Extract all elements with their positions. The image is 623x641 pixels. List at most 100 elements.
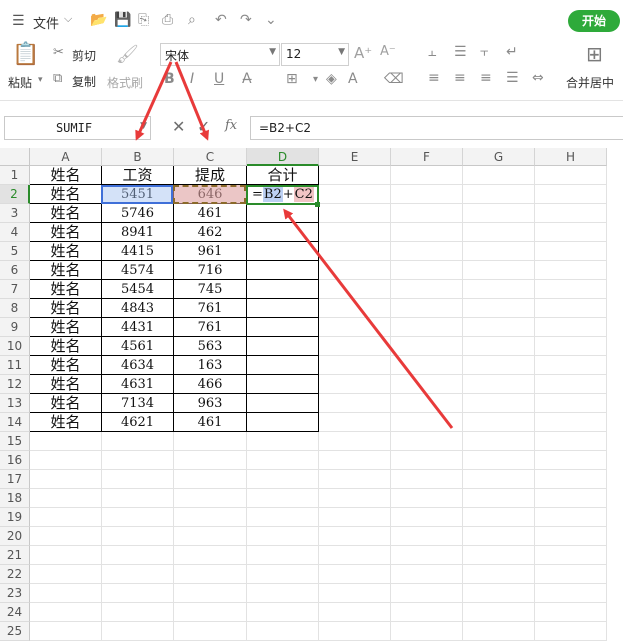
spreadsheet-grid[interactable]: ABCDEFGH1姓名工资提成合计2姓名54516463姓名57464614姓名…: [0, 148, 623, 641]
row-header[interactable]: 4: [0, 223, 30, 242]
format-painter-button[interactable]: 格式刷: [107, 74, 143, 91]
table-cell[interactable]: [463, 603, 535, 622]
scissors-icon[interactable]: ✂: [53, 45, 64, 60]
table-cell[interactable]: [30, 508, 102, 527]
table-cell[interactable]: [391, 394, 463, 413]
table-cell[interactable]: [391, 413, 463, 432]
align-middle-icon[interactable]: ☰: [454, 44, 467, 60]
table-cell[interactable]: [319, 470, 391, 489]
table-cell[interactable]: [535, 337, 607, 356]
chevron-down-icon[interactable]: ⌵: [64, 12, 72, 26]
table-cell[interactable]: 4631: [102, 375, 174, 394]
table-cell[interactable]: [102, 489, 174, 508]
row-header[interactable]: 2: [0, 185, 30, 204]
align-bottom-icon[interactable]: ⫟: [480, 44, 488, 60]
table-cell[interactable]: [463, 565, 535, 584]
table-cell[interactable]: [30, 489, 102, 508]
table-cell[interactable]: 745: [174, 280, 247, 299]
table-cell[interactable]: [174, 527, 247, 546]
table-cell[interactable]: [391, 546, 463, 565]
table-cell[interactable]: [247, 337, 319, 356]
row-header[interactable]: 24: [0, 603, 30, 622]
table-cell[interactable]: 5454: [102, 280, 174, 299]
table-cell[interactable]: [391, 489, 463, 508]
formula-input[interactable]: =B2+C2: [250, 116, 623, 140]
table-cell[interactable]: 7134: [102, 394, 174, 413]
open-folder-icon[interactable]: 📂: [90, 12, 107, 28]
table-cell[interactable]: [535, 489, 607, 508]
row-header[interactable]: 1: [0, 166, 30, 185]
confirm-icon[interactable]: ✓: [197, 117, 210, 136]
table-cell[interactable]: [463, 375, 535, 394]
row-header[interactable]: 14: [0, 413, 30, 432]
border-caret-icon[interactable]: ▾: [313, 74, 318, 85]
table-cell[interactable]: [391, 204, 463, 223]
row-header[interactable]: 25: [0, 622, 30, 641]
table-cell[interactable]: [391, 603, 463, 622]
table-cell[interactable]: [174, 546, 247, 565]
table-cell[interactable]: [319, 280, 391, 299]
font-color-icon[interactable]: A: [348, 71, 358, 87]
table-cell[interactable]: [463, 280, 535, 299]
table-cell[interactable]: [319, 223, 391, 242]
row-header[interactable]: 3: [0, 204, 30, 223]
table-cell[interactable]: [391, 185, 463, 204]
table-cell[interactable]: 461: [174, 204, 247, 223]
underline-icon[interactable]: U: [214, 71, 224, 87]
table-cell[interactable]: 4415: [102, 242, 174, 261]
row-header[interactable]: 18: [0, 489, 30, 508]
table-cell[interactable]: [319, 489, 391, 508]
row-header[interactable]: 7: [0, 280, 30, 299]
table-cell[interactable]: [391, 337, 463, 356]
merge-center-button[interactable]: 合并居中: [566, 74, 614, 91]
table-cell[interactable]: [174, 622, 247, 641]
table-cell[interactable]: [535, 185, 607, 204]
table-cell[interactable]: [463, 299, 535, 318]
table-cell[interactable]: [535, 584, 607, 603]
table-cell[interactable]: [247, 280, 319, 299]
table-cell[interactable]: [247, 375, 319, 394]
format-painter-icon[interactable]: 🖌: [116, 44, 139, 65]
column-header[interactable]: B: [102, 148, 174, 166]
table-cell[interactable]: [102, 508, 174, 527]
table-cell[interactable]: 工资: [102, 166, 174, 185]
row-header[interactable]: 19: [0, 508, 30, 527]
wrap-icon[interactable]: ↵: [506, 44, 518, 60]
table-cell[interactable]: [391, 299, 463, 318]
table-cell[interactable]: [319, 337, 391, 356]
table-cell[interactable]: [463, 356, 535, 375]
table-cell[interactable]: [319, 394, 391, 413]
table-cell[interactable]: [102, 546, 174, 565]
table-cell[interactable]: [391, 527, 463, 546]
table-cell[interactable]: [174, 432, 247, 451]
fill-color-icon[interactable]: ◈: [326, 71, 337, 87]
table-cell[interactable]: 姓名: [30, 166, 102, 185]
hamburger-menu-icon[interactable]: ☰: [12, 13, 25, 29]
table-cell[interactable]: [463, 470, 535, 489]
table-cell[interactable]: [102, 527, 174, 546]
table-cell[interactable]: 姓名: [30, 375, 102, 394]
select-all-corner[interactable]: [0, 148, 30, 166]
row-header[interactable]: 15: [0, 432, 30, 451]
row-header[interactable]: 22: [0, 565, 30, 584]
table-cell[interactable]: [391, 280, 463, 299]
table-cell[interactable]: [30, 565, 102, 584]
table-cell[interactable]: [102, 432, 174, 451]
table-cell[interactable]: 716: [174, 261, 247, 280]
table-cell[interactable]: [319, 622, 391, 641]
table-cell[interactable]: [463, 223, 535, 242]
table-cell[interactable]: 姓名: [30, 261, 102, 280]
table-cell[interactable]: [30, 622, 102, 641]
table-cell[interactable]: [247, 489, 319, 508]
table-cell[interactable]: [30, 432, 102, 451]
start-tab-button[interactable]: 开始: [568, 10, 620, 32]
table-cell[interactable]: [319, 166, 391, 185]
table-cell[interactable]: [102, 584, 174, 603]
more-caret-icon[interactable]: ⌄: [265, 12, 277, 28]
column-header[interactable]: A: [30, 148, 102, 166]
table-cell[interactable]: 4621: [102, 413, 174, 432]
row-header[interactable]: 9: [0, 318, 30, 337]
row-header[interactable]: 8: [0, 299, 30, 318]
table-cell[interactable]: [247, 261, 319, 280]
table-cell[interactable]: [174, 603, 247, 622]
